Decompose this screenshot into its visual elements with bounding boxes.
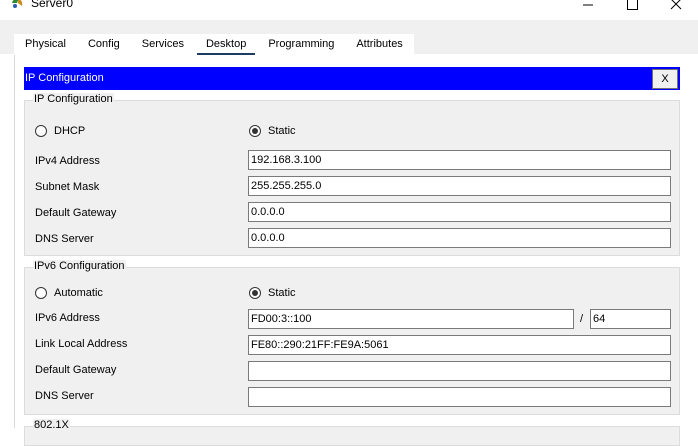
ipv4-address-input[interactable]	[248, 150, 671, 170]
tab-attributes[interactable]: Attributes	[345, 34, 413, 55]
tab-config[interactable]: Config	[77, 34, 131, 55]
ipv4-gateway-input[interactable]	[248, 202, 671, 222]
dialog-header: IP Configuration	[24, 67, 680, 90]
ipv6-static-label: Static	[268, 287, 296, 299]
minimize-icon	[583, 4, 593, 6]
ipv6-gateway-label: Default Gateway	[35, 364, 117, 376]
ipv6-dns-label: DNS Server	[35, 390, 94, 402]
ipv4-gateway-label: Default Gateway	[35, 207, 117, 219]
ipv6-address-label: IPv6 Address	[35, 312, 100, 324]
window-close-button[interactable]	[653, 0, 698, 16]
dot1x-group-title: 802.1X	[33, 419, 70, 431]
tab-programming[interactable]: Programming	[257, 34, 345, 55]
dhcp-radio[interactable]: DHCP	[35, 125, 85, 137]
ipv6-prefix-input[interactable]	[590, 309, 671, 329]
subnet-mask-label: Subnet Mask	[35, 181, 100, 193]
app-icon	[12, 0, 23, 8]
dialog-close-button[interactable]: X	[652, 69, 678, 89]
dialog-title: IP Configuration	[25, 72, 104, 84]
ipv6-static-radio[interactable]: Static	[249, 287, 296, 299]
ipv4-dns-input[interactable]	[248, 228, 671, 248]
ipv4-config-group: IP Configuration DHCP Static IPv4 Addres…	[24, 93, 680, 256]
static-radio-dot	[249, 125, 261, 137]
maximize-button[interactable]	[609, 0, 655, 16]
ipv6-config-group: IPv6 Configuration Automatic Static IPv6…	[24, 260, 680, 415]
dhcp-radio-dot	[35, 125, 47, 137]
tab-desktop[interactable]: Desktop	[195, 34, 257, 56]
ipv6-automatic-label: Automatic	[54, 287, 103, 299]
link-local-label: Link Local Address	[35, 338, 128, 350]
static-radio[interactable]: Static	[249, 125, 296, 137]
subnet-mask-input[interactable]	[248, 176, 671, 196]
minimize-button[interactable]	[565, 0, 611, 16]
panel-border	[14, 55, 15, 428]
tab-bar: Physical Config Services Desktop Program…	[14, 34, 414, 56]
close-icon	[670, 0, 682, 10]
ipv6-address-input[interactable]	[248, 309, 574, 329]
ipv6-gateway-input[interactable]	[248, 361, 671, 381]
ipv6-automatic-radio-dot	[35, 287, 47, 299]
ipv4-group-title: IP Configuration	[33, 93, 114, 105]
ipv6-dns-input[interactable]	[248, 387, 671, 407]
dot1x-group: 802.1X	[24, 419, 680, 446]
maximize-icon	[627, 0, 638, 10]
ipv6-group-title: IPv6 Configuration	[33, 260, 126, 272]
ipv6-static-radio-dot	[249, 287, 261, 299]
prefix-separator: /	[580, 313, 584, 325]
dhcp-label: DHCP	[54, 125, 86, 137]
link-local-input[interactable]	[248, 335, 671, 355]
window-titlebar: Server0	[0, 0, 698, 20]
ipv4-address-label: IPv4 Address	[35, 155, 100, 167]
tab-physical[interactable]: Physical	[14, 34, 77, 55]
ipv6-automatic-radio[interactable]: Automatic	[35, 287, 103, 299]
tab-services[interactable]: Services	[131, 34, 195, 55]
ipv4-dns-label: DNS Server	[35, 233, 94, 245]
window-title: Server0	[31, 0, 74, 10]
static-label: Static	[268, 125, 296, 137]
